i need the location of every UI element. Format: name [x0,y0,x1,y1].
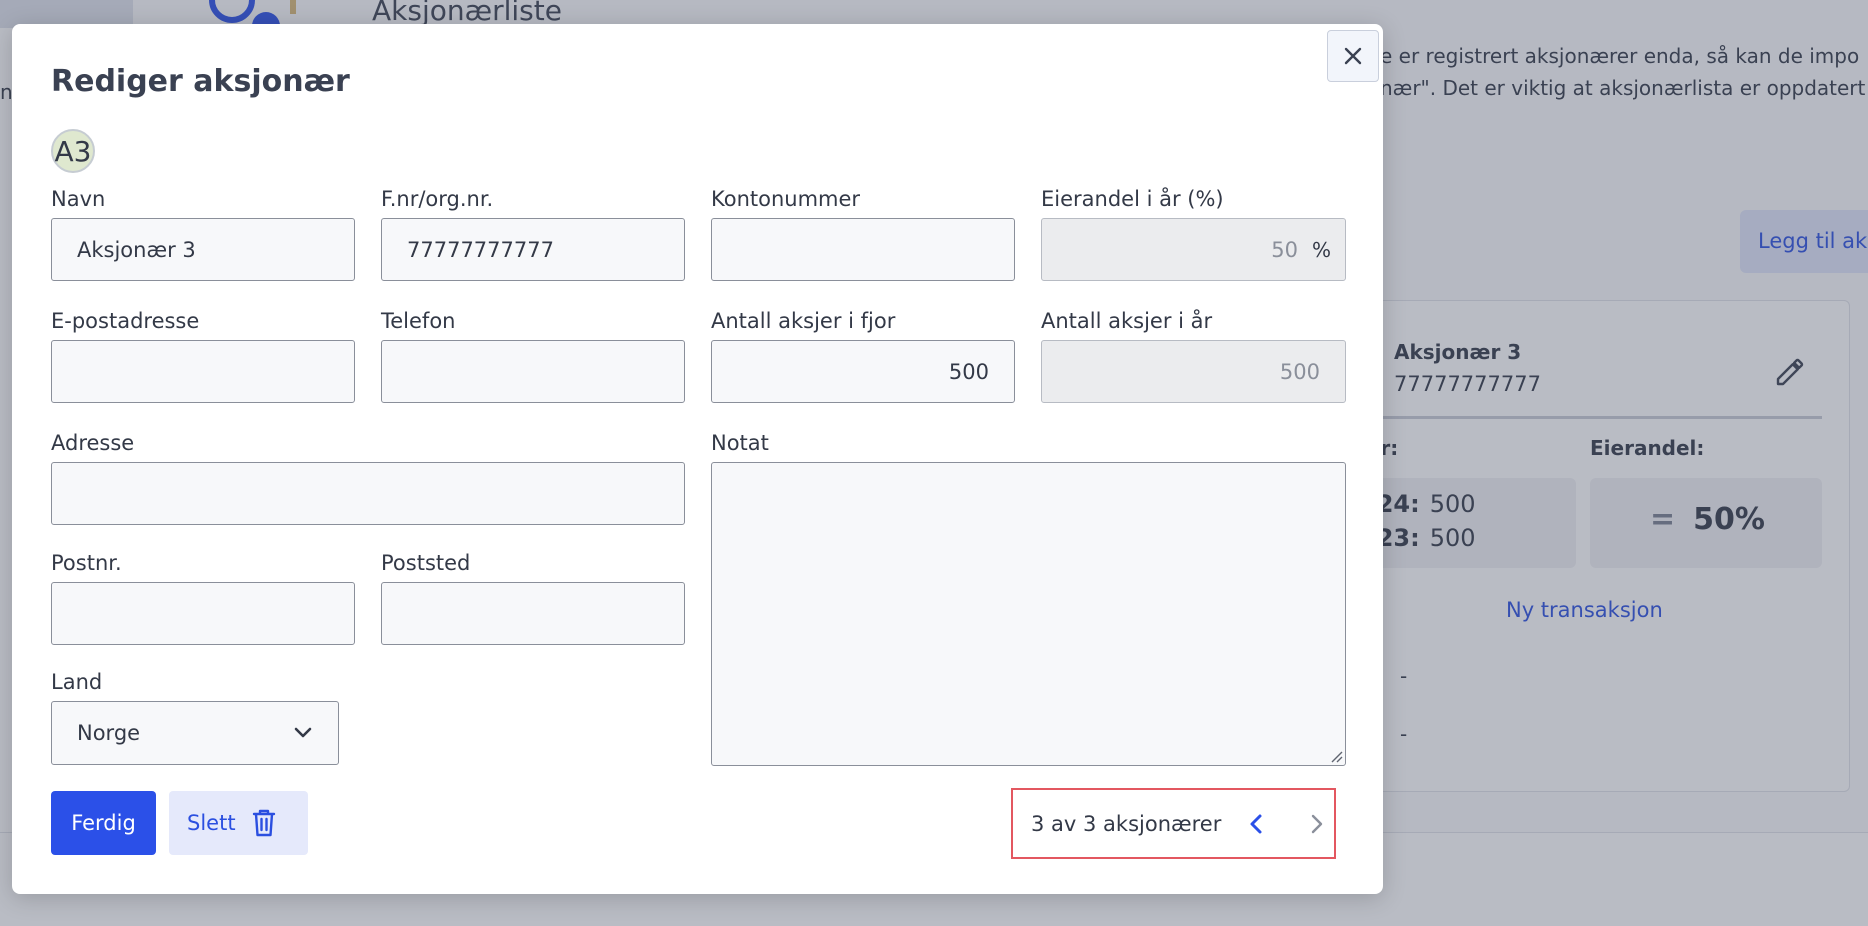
note-textarea[interactable] [711,462,1346,766]
name-field[interactable] [51,218,355,281]
shares-this-year-field: 500 [1041,340,1346,403]
avatar: A3 [51,129,95,173]
close-button[interactable] [1327,30,1379,82]
resize-grip-icon[interactable] [1330,750,1344,764]
ownership-value: 50 [1271,237,1298,262]
country-label: Land [51,670,103,694]
city-field[interactable] [381,582,685,645]
email-label: E-postadresse [51,309,200,333]
email-field[interactable] [51,340,355,403]
previous-button[interactable] [1239,807,1272,841]
pager-status: 3 av 3 aksjonærer [1031,811,1222,836]
address-field[interactable] [51,462,685,525]
postal-code-field[interactable] [51,582,355,645]
percent-unit: % [1311,237,1331,262]
country-select[interactable]: Norge [51,701,339,765]
close-icon [1344,47,1362,65]
id-number-field[interactable] [381,218,685,281]
address-label: Adresse [51,431,135,455]
chevron-down-icon [294,727,312,738]
city-label: Poststed [381,551,471,575]
name-label: Navn [51,187,106,211]
ownership-field: 50 % [1041,218,1346,281]
shareholder-pager: 3 av 3 aksjonærer [1011,788,1336,859]
dialog-title: Rediger aksjonær [51,64,350,99]
shares-last-year-label: Antall aksjer i fjor [711,309,896,333]
postal-code-label: Postnr. [51,551,122,575]
account-number-label: Kontonummer [711,187,861,211]
account-number-field[interactable] [711,218,1015,281]
country-value: Norge [77,721,141,745]
id-number-label: F.nr/org.nr. [381,187,494,211]
chevron-left-icon [1250,814,1262,833]
phone-label: Telefon [381,309,456,333]
trash-icon [252,809,275,837]
phone-field[interactable] [381,340,685,403]
note-label: Notat [711,431,769,455]
shares-this-year-label: Antall aksjer i år [1041,309,1213,333]
done-button[interactable]: Ferdig [51,791,156,855]
shares-last-year-field[interactable] [711,340,1015,403]
chevron-right-icon [1312,814,1323,833]
ownership-label: Eierandel i år (%) [1041,187,1224,211]
edit-shareholder-dialog: Rediger aksjonær A3 Navn F.nr/org.nr. Ko… [12,24,1383,894]
delete-label: Slett [187,811,236,835]
next-button[interactable] [1301,807,1334,841]
delete-button[interactable]: Slett [169,791,308,855]
